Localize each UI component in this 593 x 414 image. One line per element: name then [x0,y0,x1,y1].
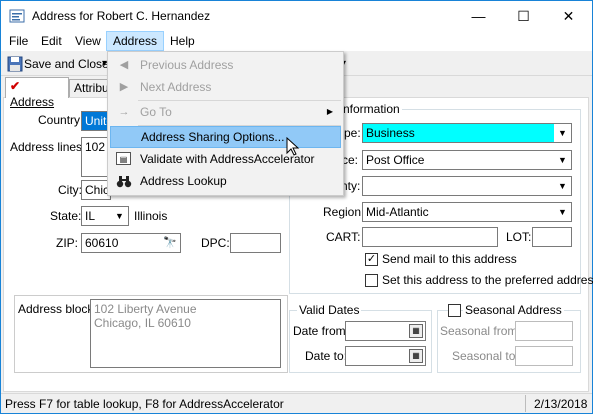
maximize-button[interactable]: ☐ [501,1,546,31]
address-lookup-label: Address Lookup [140,174,227,188]
menu-item-address-sharing-options[interactable]: Address Sharing Options... [110,126,341,148]
menu-item-previous-address[interactable]: ◀ Previous Address [110,54,341,76]
region-select[interactable]: Mid-Atlantic ▼ [362,202,572,222]
chevron-down-icon: ▼ [111,207,128,225]
binoculars-icon[interactable]: 🔭 [163,234,177,252]
menu-help[interactable]: Help [164,31,201,51]
seasonal-to-field[interactable] [515,346,573,366]
seasonal-title: Seasonal Address [463,303,564,317]
title-bar[interactable]: Address for Robert C. Hernandez — ☐ ✕ [1,1,592,31]
menu-view[interactable]: View [69,31,107,51]
zip-label: ZIP: [56,236,79,250]
date-from-field[interactable]: ▦ [345,321,426,341]
type-value: Business [366,126,415,140]
chevron-down-icon: ▼ [554,124,571,142]
city-label: City: [58,183,82,197]
status-bar: Press F7 for table lookup, F8 for Addres… [1,393,592,413]
cart-label: CART: [326,230,361,244]
menu-item-address-lookup[interactable]: Address Lookup [110,170,341,192]
lot-field[interactable] [532,227,572,247]
close-button[interactable]: ✕ [546,1,591,31]
address-block-label: Address block: [18,302,97,316]
mouse-cursor-icon [286,137,300,156]
status-hint: Press F7 for table lookup, F8 for Addres… [5,397,284,411]
goto-arrow-icon: → [118,106,130,118]
menu-item-next-address[interactable]: ▶ Next Address [110,76,341,98]
date-to-label: Date to: [305,349,348,363]
state-value: IL [85,209,96,223]
menu-bar: File Edit View Address Help [1,31,592,51]
right-arrow-icon: ▶ [119,81,129,93]
address-lines-label: Address lines: [10,140,86,154]
source-select[interactable]: Post Office ▼ [362,150,572,170]
region-label: Region: [323,205,365,219]
address-sharing-options-label: Address Sharing Options... [141,130,285,144]
address-block-line-1: 102 Liberty Avenue [94,302,197,316]
tab-attributes-label: Attribu [74,81,109,95]
calendar-icon[interactable]: ▦ [409,324,423,338]
go-to-label: Go To [140,105,172,119]
state-label: State: [50,209,82,223]
next-address-label: Next Address [140,80,212,94]
seasonal-checkbox[interactable] [448,304,461,317]
type-select[interactable]: Business ▼ [362,123,572,143]
minimize-button[interactable]: — [456,1,501,31]
source-label: ce: [342,153,359,167]
status-date: 2/13/2018 [534,397,588,411]
preferred-checkbox[interactable] [365,274,378,287]
dpc-label: DPC: [201,236,230,250]
menu-edit[interactable]: Edit [35,31,68,51]
binoculars-icon [116,173,132,189]
menu-item-validate[interactable]: ▤ Validate with AddressAccelerator [110,148,341,170]
app-icon [9,9,25,23]
state-select[interactable]: IL ▼ [81,206,129,226]
status-divider [525,395,526,412]
calendar-icon[interactable]: ▦ [409,349,423,363]
save-and-close-button[interactable]: Save and Close [24,54,109,74]
state-name: Illinois [134,209,168,223]
chevron-down-icon: ▼ [554,203,571,221]
chevron-down-icon: ▼ [554,177,571,195]
validate-icon: ▤ [116,152,131,165]
tab-address[interactable]: ✔ Address [5,77,69,109]
lot-label: LOT: [506,230,532,244]
preferred-label: Set this address to the preferred addres… [382,273,593,287]
send-mail-label: Send mail to this address [382,252,517,266]
date-from-label: Date from: [293,324,350,338]
chevron-down-icon: ▼ [554,151,571,169]
address-window: Address for Robert C. Hernandez — ☐ ✕ Fi… [0,0,593,414]
submenu-arrow-icon: ▶ [326,107,333,116]
seasonal-from-field[interactable] [515,321,573,341]
previous-address-label: Previous Address [140,58,234,72]
tab-address-label: Address [10,95,55,109]
menu-item-go-to[interactable]: → Go To ▶ [110,101,341,123]
zip-field[interactable]: 60610 🔭 [81,233,181,253]
window-title: Address for Robert C. Hernandez [32,9,211,23]
seasonal-to-label: Seasonal to: [452,349,519,363]
send-mail-checkbox[interactable]: ✓ [365,253,378,266]
menu-address[interactable]: Address [106,31,165,51]
zip-value: 60610 [85,236,119,250]
region-value: Mid-Atlantic [366,205,429,219]
address-block-line-2: Chicago, IL 60610 [94,316,191,330]
checkmark-icon: ✔ [10,79,21,93]
information-group-title: nformation [341,102,402,116]
seasonal-from-label: Seasonal from: [440,324,521,338]
address-menu-dropdown: ◀ Previous Address ▶ Next Address → Go T… [107,51,344,196]
county-select[interactable]: ▼ [362,176,572,196]
address-block-field: 102 Liberty Avenue Chicago, IL 60610 [90,299,281,368]
country-label: Country: [38,113,84,127]
left-arrow-icon: ◀ [119,59,129,71]
menu-file[interactable]: File [3,31,34,51]
save-icon [7,56,23,72]
valid-dates-title: Valid Dates [297,303,362,317]
type-label: pe: [344,126,361,140]
cart-field[interactable] [362,227,498,247]
source-value: Post Office [366,153,425,167]
date-to-field[interactable]: ▦ [345,346,426,366]
dpc-field[interactable] [230,233,281,253]
